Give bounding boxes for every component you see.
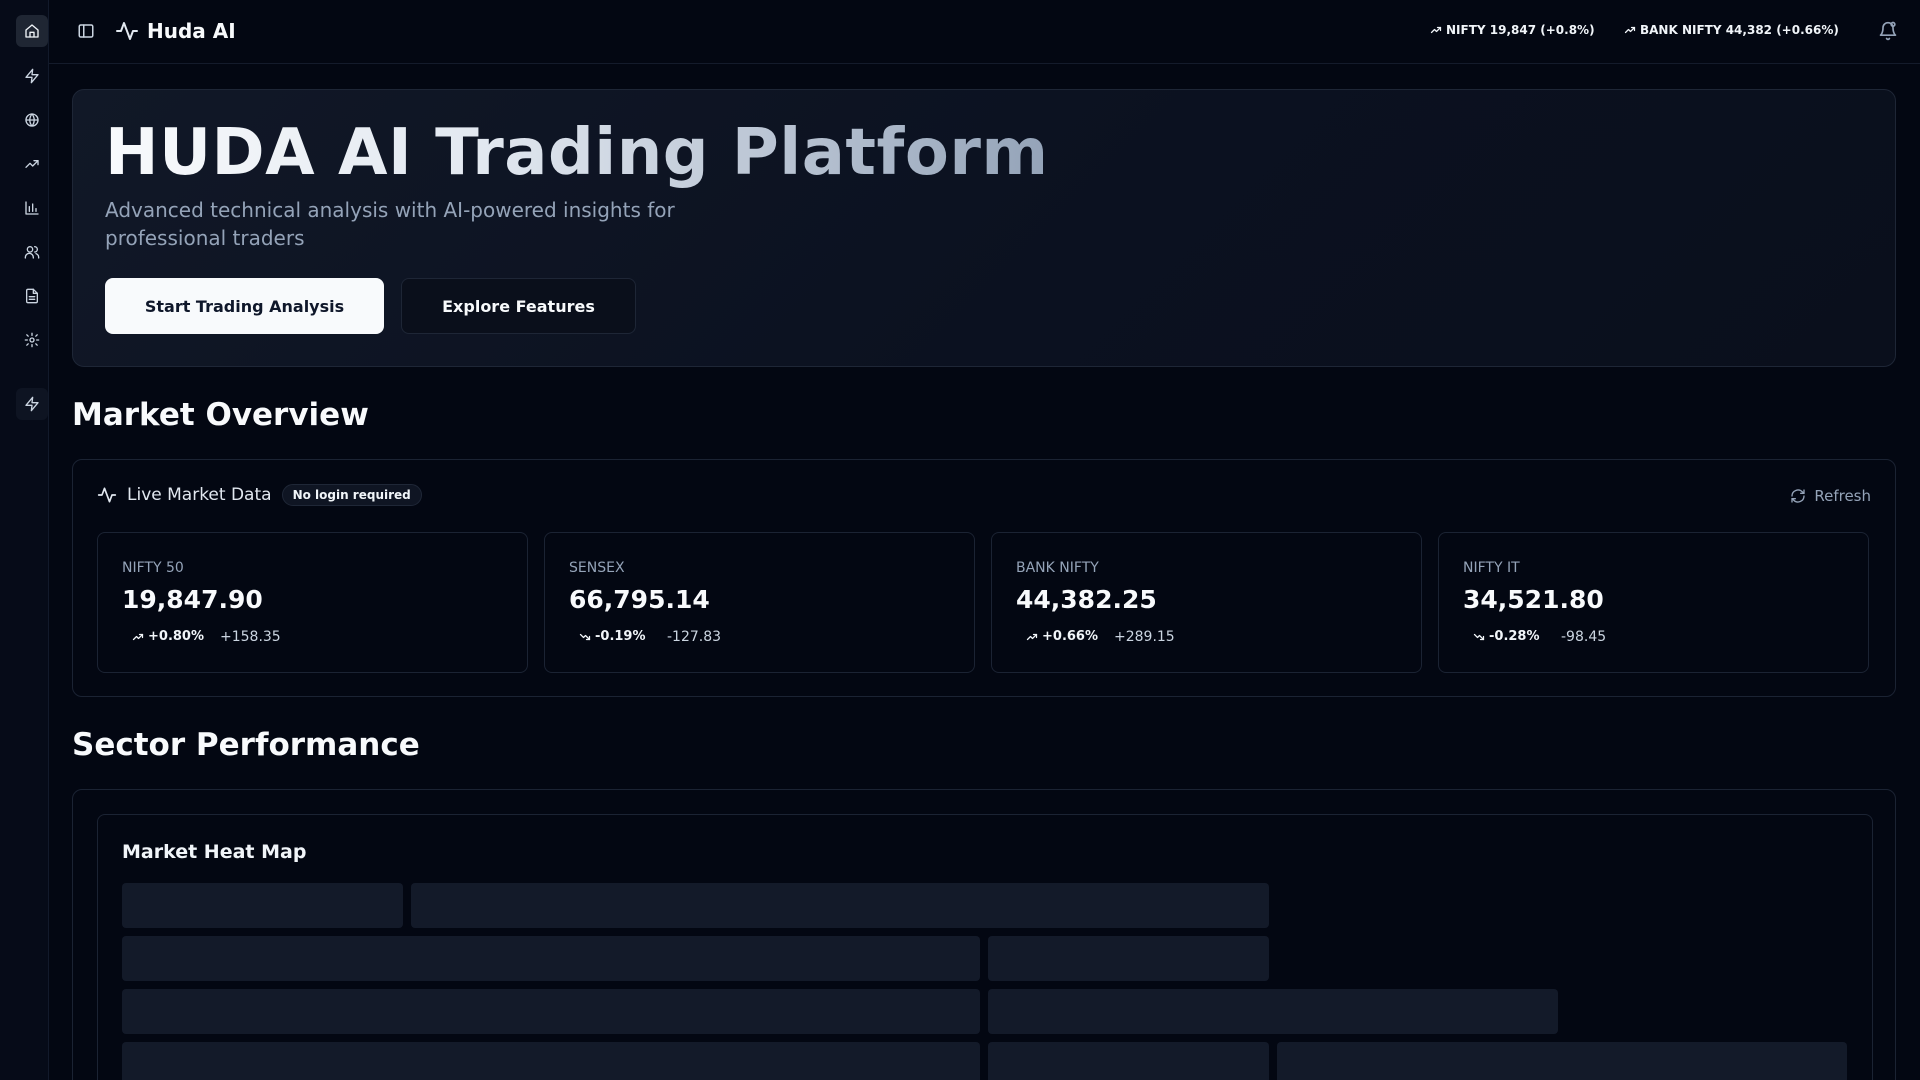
no-login-badge: No login required (281, 484, 422, 506)
heat-map-cell-placeholder (988, 936, 1269, 981)
heat-map-cell-placeholder (122, 883, 403, 928)
index-value: 34,521.80 (1463, 585, 1604, 614)
activity-icon (97, 487, 117, 503)
hero-subtitle: Advanced technical analysis with AI-powe… (105, 198, 675, 250)
sidebar-item-reports[interactable] (16, 280, 48, 312)
sidebar-item-community[interactable] (16, 236, 48, 268)
ticker-label: BANK NIFTY 44,382 (+0.66%) (1640, 23, 1839, 37)
sidebar (0, 0, 49, 1080)
notifications-button[interactable] (1878, 21, 1898, 41)
document-icon (26, 288, 38, 304)
brand[interactable]: Huda AI (115, 19, 236, 43)
refresh-label: Refresh (1814, 487, 1871, 505)
index-value: 66,795.14 (569, 585, 710, 614)
ticker-bank-nifty: BANK NIFTY 44,382 (+0.66%) (1624, 23, 1839, 37)
change-percent: -0.28% (1489, 629, 1540, 644)
explore-features-button[interactable]: Explore Features (401, 278, 636, 334)
index-name: NIFTY 50 (122, 560, 184, 576)
index-change-absolute: +158.35 (220, 629, 281, 645)
index-change-absolute: -98.45 (1561, 629, 1607, 645)
index-name: BANK NIFTY (1016, 560, 1099, 576)
top-header: Huda AI NIFTY 19,847 (+0.8%) BANK NIFTY … (49, 0, 1920, 64)
live-market-title: Live Market Data (127, 485, 272, 505)
sidebar-item-charts[interactable] (16, 192, 48, 224)
live-market-header: Live Market Data No login required (97, 484, 422, 506)
users-icon (24, 246, 40, 259)
settings-icon (24, 332, 40, 348)
trending-up-icon (1430, 26, 1442, 34)
trending-up-icon (1624, 26, 1636, 34)
live-market-data-card: Live Market Data No login required Refre… (72, 459, 1896, 697)
hero-title: HUDA AI Trading Platform (105, 116, 1049, 190)
sector-performance-title: Sector Performance (72, 727, 420, 763)
zap-icon (25, 396, 39, 412)
sidebar-item-settings[interactable] (16, 324, 48, 356)
panel-left-icon (78, 24, 94, 38)
refresh-icon (1791, 489, 1806, 503)
start-trading-analysis-button[interactable]: Start Trading Analysis (105, 278, 384, 334)
sidebar-item-quick-actions[interactable] (16, 60, 48, 92)
index-change-absolute: -127.83 (667, 629, 722, 645)
ticker-nifty: NIFTY 19,847 (+0.8%) (1430, 23, 1595, 37)
app-name: Huda AI (147, 19, 236, 43)
index-name: SENSEX (569, 560, 625, 576)
market-overview-title: Market Overview (72, 397, 369, 433)
index-change-percent: +0.66% (1026, 629, 1098, 644)
index-card-nifty-50[interactable]: NIFTY 50 19,847.90 +0.80% +158.35 (97, 532, 528, 673)
index-change-percent: +0.80% (132, 629, 204, 644)
heat-map-cell-placeholder (122, 1042, 980, 1080)
change-percent: +0.80% (148, 629, 204, 644)
index-change-percent: -0.19% (579, 629, 646, 644)
bar-chart-icon (25, 201, 39, 215)
index-card-bank-nifty[interactable]: BANK NIFTY 44,382.25 +0.66% +289.15 (991, 532, 1422, 673)
home-icon (25, 24, 39, 38)
trending-down-icon (1473, 633, 1485, 640)
hero-banner: HUDA AI Trading Platform Advanced techni… (72, 89, 1896, 367)
heat-map-cell-placeholder (1277, 1042, 1847, 1080)
heat-map-cell-placeholder (122, 989, 980, 1034)
index-value: 44,382.25 (1016, 585, 1157, 614)
sidebar-item-upgrade[interactable] (16, 388, 48, 420)
heat-map-cell-placeholder (988, 1042, 1269, 1080)
sidebar-item-trends[interactable] (16, 148, 48, 180)
zap-icon (25, 68, 39, 84)
trending-up-icon (132, 633, 144, 640)
heat-map-title: Market Heat Map (122, 841, 307, 863)
trending-up-icon (25, 160, 39, 168)
bell-icon (1879, 21, 1897, 41)
refresh-button[interactable]: Refresh (1790, 487, 1871, 505)
heat-map-cell-placeholder (411, 883, 1269, 928)
sidebar-item-markets[interactable] (16, 104, 48, 136)
trending-up-icon (1026, 633, 1038, 640)
index-card-sensex[interactable]: SENSEX 66,795.14 -0.19% -127.83 (544, 532, 975, 673)
activity-icon (116, 22, 138, 40)
index-value: 19,847.90 (122, 585, 263, 614)
market-heat-map: Market Heat Map (97, 814, 1873, 1080)
change-percent: +0.66% (1042, 629, 1098, 644)
sidebar-toggle-button[interactable] (77, 22, 95, 40)
trending-down-icon (579, 633, 591, 640)
index-name: NIFTY IT (1463, 560, 1520, 576)
sector-performance-card: Market Heat Map (72, 789, 1896, 1080)
globe-icon (25, 113, 39, 127)
index-change-percent: -0.28% (1473, 629, 1540, 644)
ticker-label: NIFTY 19,847 (+0.8%) (1446, 23, 1595, 37)
heat-map-cell-placeholder (988, 989, 1558, 1034)
sidebar-item-home[interactable] (16, 15, 48, 47)
heat-map-cell-placeholder (122, 936, 980, 981)
index-card-nifty-it[interactable]: NIFTY IT 34,521.80 -0.28% -98.45 (1438, 532, 1869, 673)
change-percent: -0.19% (595, 629, 646, 644)
index-change-absolute: +289.15 (1114, 629, 1175, 645)
